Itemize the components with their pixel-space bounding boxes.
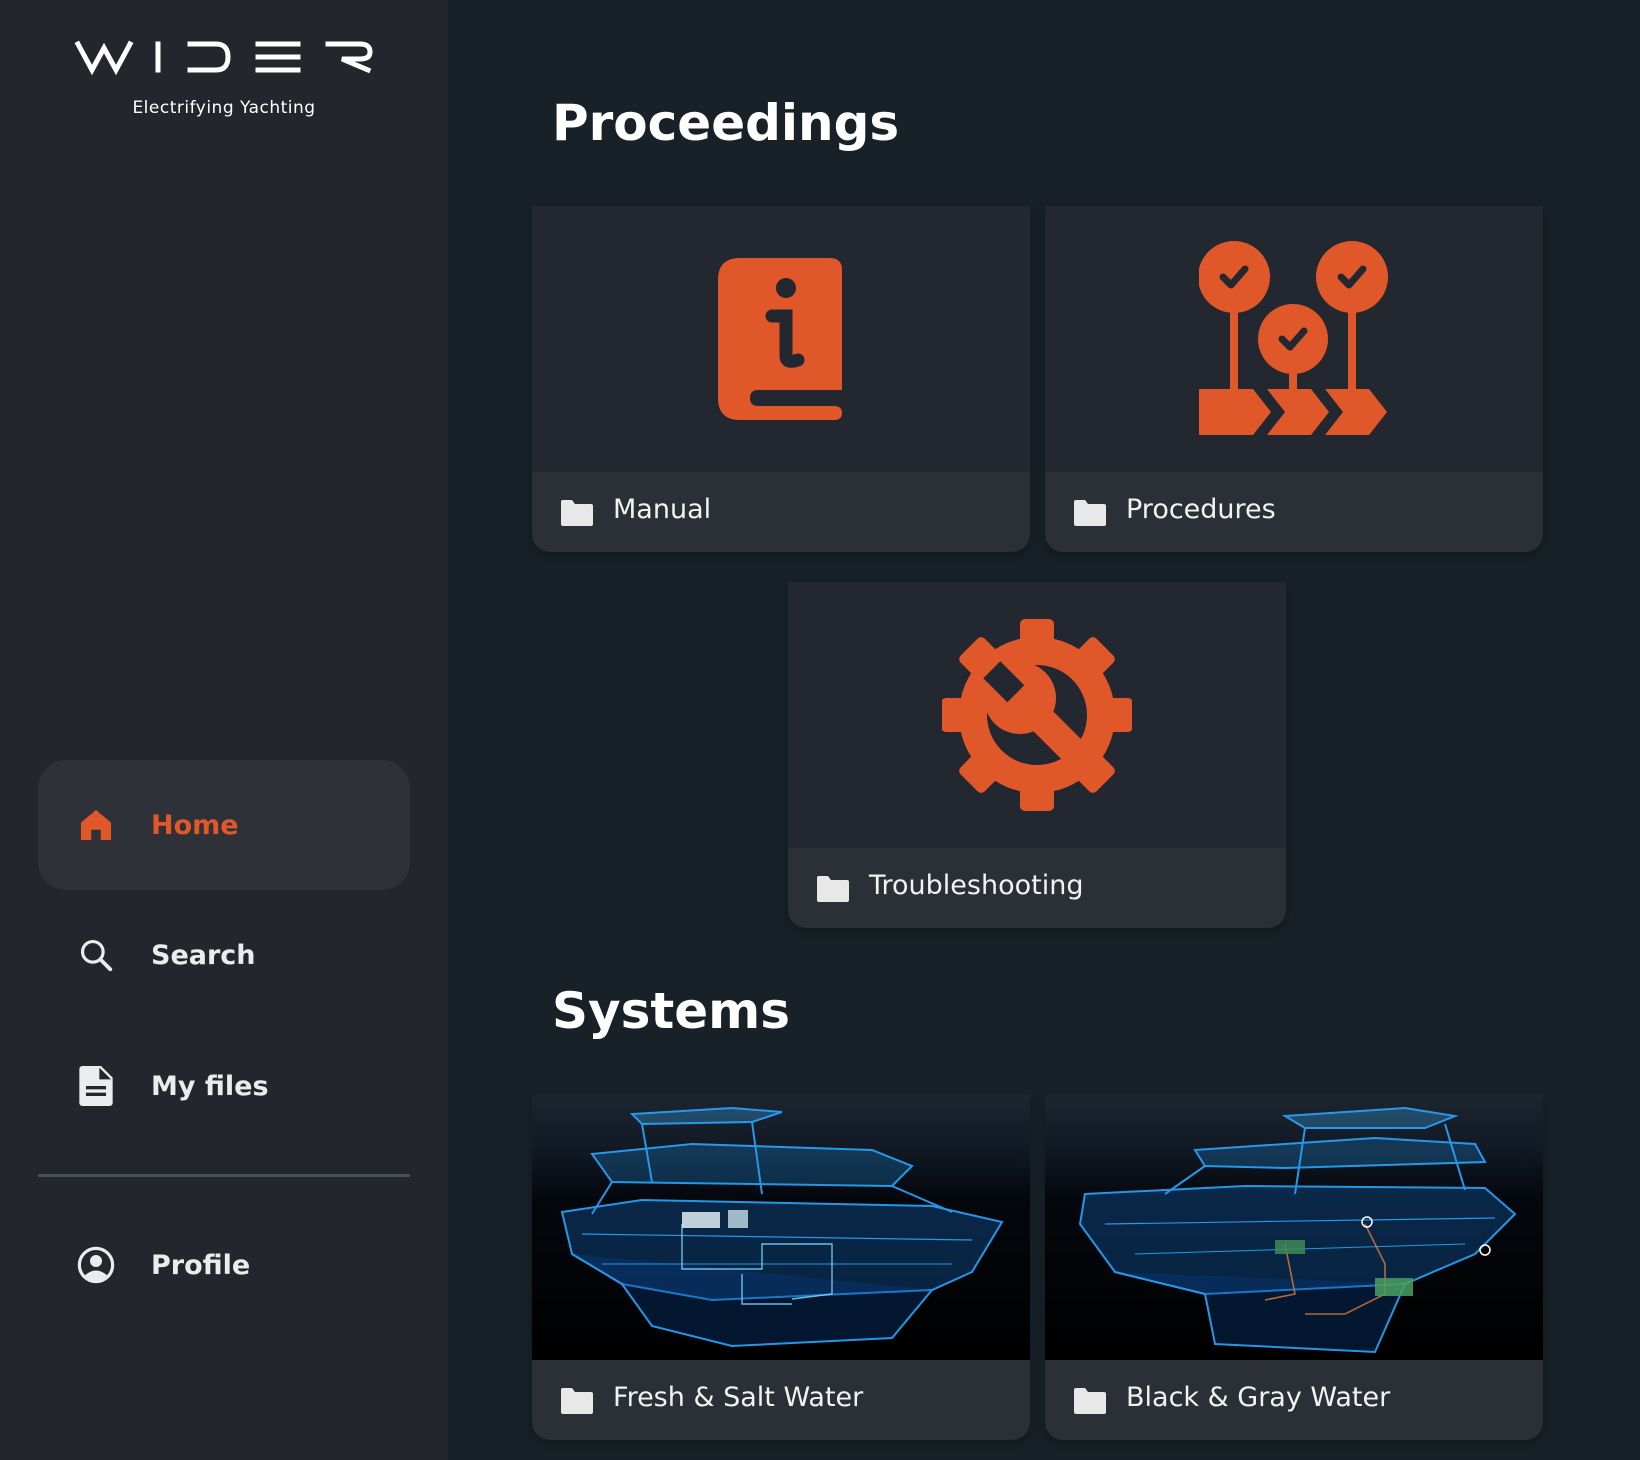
section-title-proceedings: Proceedings — [552, 94, 900, 152]
card-label-manual: Manual — [613, 494, 712, 525]
card-fresh-salt-water[interactable]: Fresh & Salt Water — [532, 1094, 1030, 1440]
card-label-fresh-salt-water: Fresh & Salt Water — [613, 1382, 864, 1413]
yacht-black-gray-water-image — [1045, 1094, 1543, 1360]
card-label-black-gray-water: Black & Gray Water — [1126, 1382, 1391, 1413]
card-footer-troubleshooting: Troubleshooting — [788, 848, 1286, 928]
nav-item-profile[interactable]: Profile — [38, 1200, 410, 1330]
card-footer-manual: Manual — [532, 472, 1030, 552]
wider-logo-mark — [74, 40, 373, 76]
procedures-checklist-icon — [1199, 241, 1388, 435]
nav-label-search: Search — [151, 939, 256, 971]
brand-tagline: Electrifying Yachting — [132, 98, 316, 118]
card-label-troubleshooting: Troubleshooting — [869, 870, 1084, 901]
nav-item-search[interactable]: Search — [38, 890, 410, 1020]
folder-icon — [817, 876, 849, 902]
card-media-troubleshooting — [788, 582, 1286, 848]
nav-label-my-files: My files — [151, 1070, 269, 1102]
brand-logo: Electrifying Yachting — [0, 38, 448, 118]
folder-icon — [1074, 1388, 1106, 1414]
nav-item-my-files[interactable]: My files — [38, 1021, 410, 1151]
folder-icon — [1074, 500, 1106, 526]
nav-label-profile: Profile — [151, 1249, 251, 1281]
info-book-icon — [718, 258, 842, 420]
folder-icon — [561, 1388, 593, 1414]
card-troubleshooting[interactable]: Troubleshooting — [788, 582, 1286, 928]
nav-item-home[interactable]: Home — [38, 760, 410, 890]
home-icon — [76, 805, 116, 845]
card-media-procedures — [1045, 206, 1543, 472]
card-procedures[interactable]: Procedures — [1045, 206, 1543, 552]
card-footer-black-gray-water: Black & Gray Water — [1045, 1360, 1543, 1440]
folder-icon — [561, 500, 593, 526]
yacht-wireframe-render — [560, 1106, 1004, 1348]
yacht-wireframe-render — [1078, 1106, 1517, 1354]
profile-icon — [76, 1245, 116, 1285]
nav-divider — [38, 1174, 410, 1177]
card-footer-fresh-salt-water: Fresh & Salt Water — [532, 1360, 1030, 1440]
gear-wrench-icon — [942, 619, 1132, 811]
sidebar: Electrifying Yachting Home Search My fil… — [0, 0, 448, 1460]
search-icon — [76, 935, 116, 975]
card-footer-procedures: Procedures — [1045, 472, 1543, 552]
yacht-fresh-salt-water-image — [532, 1094, 1030, 1360]
file-icon — [76, 1066, 116, 1106]
card-black-gray-water[interactable]: Black & Gray Water — [1045, 1094, 1543, 1440]
card-label-procedures: Procedures — [1126, 494, 1276, 525]
section-title-systems: Systems — [552, 982, 791, 1040]
nav-label-home: Home — [151, 809, 239, 841]
card-manual[interactable]: Manual — [532, 206, 1030, 552]
card-media-manual — [532, 206, 1030, 472]
